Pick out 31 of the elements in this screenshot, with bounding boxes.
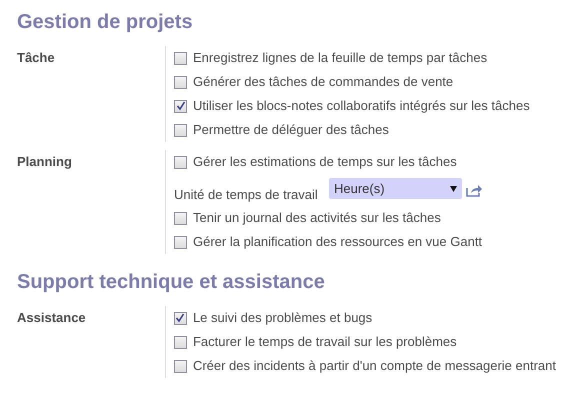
section-title: Support technique et assistance <box>17 270 326 295</box>
checkbox[interactable] <box>174 312 187 324</box>
field-label: Unité de temps de travail <box>174 186 319 204</box>
checkbox-label: Gérer la planification des ressources en vue Gantt <box>193 233 482 252</box>
checkbox-label: Utiliser les blocs-notes collaboratifs intégrés sur les tâches <box>193 97 530 116</box>
checkbox[interactable] <box>174 236 187 248</box>
checkbox[interactable] <box>174 360 187 372</box>
external-link-icon[interactable] <box>466 184 483 197</box>
unit-select[interactable]: Heure(s) <box>329 178 462 199</box>
checkmark-icon <box>176 101 186 111</box>
checkbox-label: Enregistrez lignes de la feuille de temps par tâches <box>193 49 488 68</box>
section-title: Gestion de projets <box>17 10 194 35</box>
checkbox-label: Générer des tâches de commandes de vente <box>193 73 454 92</box>
checkbox-label: Facturer le temps de travail sur les problèmes <box>192 333 457 352</box>
dropdown-caret-icon <box>450 186 457 192</box>
checkbox[interactable] <box>174 212 187 224</box>
checkbox[interactable] <box>174 100 187 112</box>
checkbox[interactable] <box>174 156 187 168</box>
group-label: Tâche <box>17 49 56 67</box>
checkbox-label: Permettre de déléguer des tâches <box>193 121 389 140</box>
checkbox-label: Tenir un journal des activités sur les tâches <box>193 209 441 228</box>
checkbox-label: Le suivi des problèmes et bugs <box>192 309 372 328</box>
checkmark-icon <box>175 313 186 323</box>
checkbox[interactable] <box>174 124 187 136</box>
group-label: Assistance <box>17 309 87 327</box>
checkbox-label: Créer des incidents à partir d'un compte de messagerie entrant <box>192 357 556 376</box>
checkbox[interactable] <box>174 336 187 348</box>
group-label: Planning <box>17 153 73 171</box>
checkbox-label: Gérer les estimations de temps sur les tâches <box>193 153 457 172</box>
checkbox[interactable] <box>174 52 187 64</box>
checkbox[interactable] <box>174 76 187 88</box>
